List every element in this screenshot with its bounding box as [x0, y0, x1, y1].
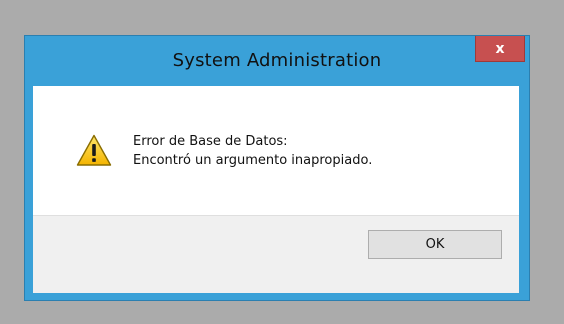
dialog-footer: OK	[33, 215, 519, 293]
error-message-line-2: Encontró un argumento inapropiado.	[133, 153, 373, 168]
dialog-content: Error de Base de Datos: Encontró un argu…	[33, 86, 519, 215]
close-button[interactable]: x	[475, 36, 525, 62]
error-message-line-1: Error de Base de Datos:	[133, 134, 288, 149]
dialog-title: System Administration	[172, 50, 382, 71]
dialog-titlebar[interactable]: System Administration x	[25, 36, 529, 86]
ok-button[interactable]: OK	[368, 230, 502, 259]
error-message: Error de Base de Datos: Encontró un argu…	[133, 132, 372, 170]
warning-icon	[76, 134, 112, 166]
close-icon: x	[495, 40, 505, 57]
desktop-background: System Administration x Error de Base de…	[0, 0, 564, 324]
error-dialog: System Administration x Error de Base de…	[24, 35, 530, 301]
